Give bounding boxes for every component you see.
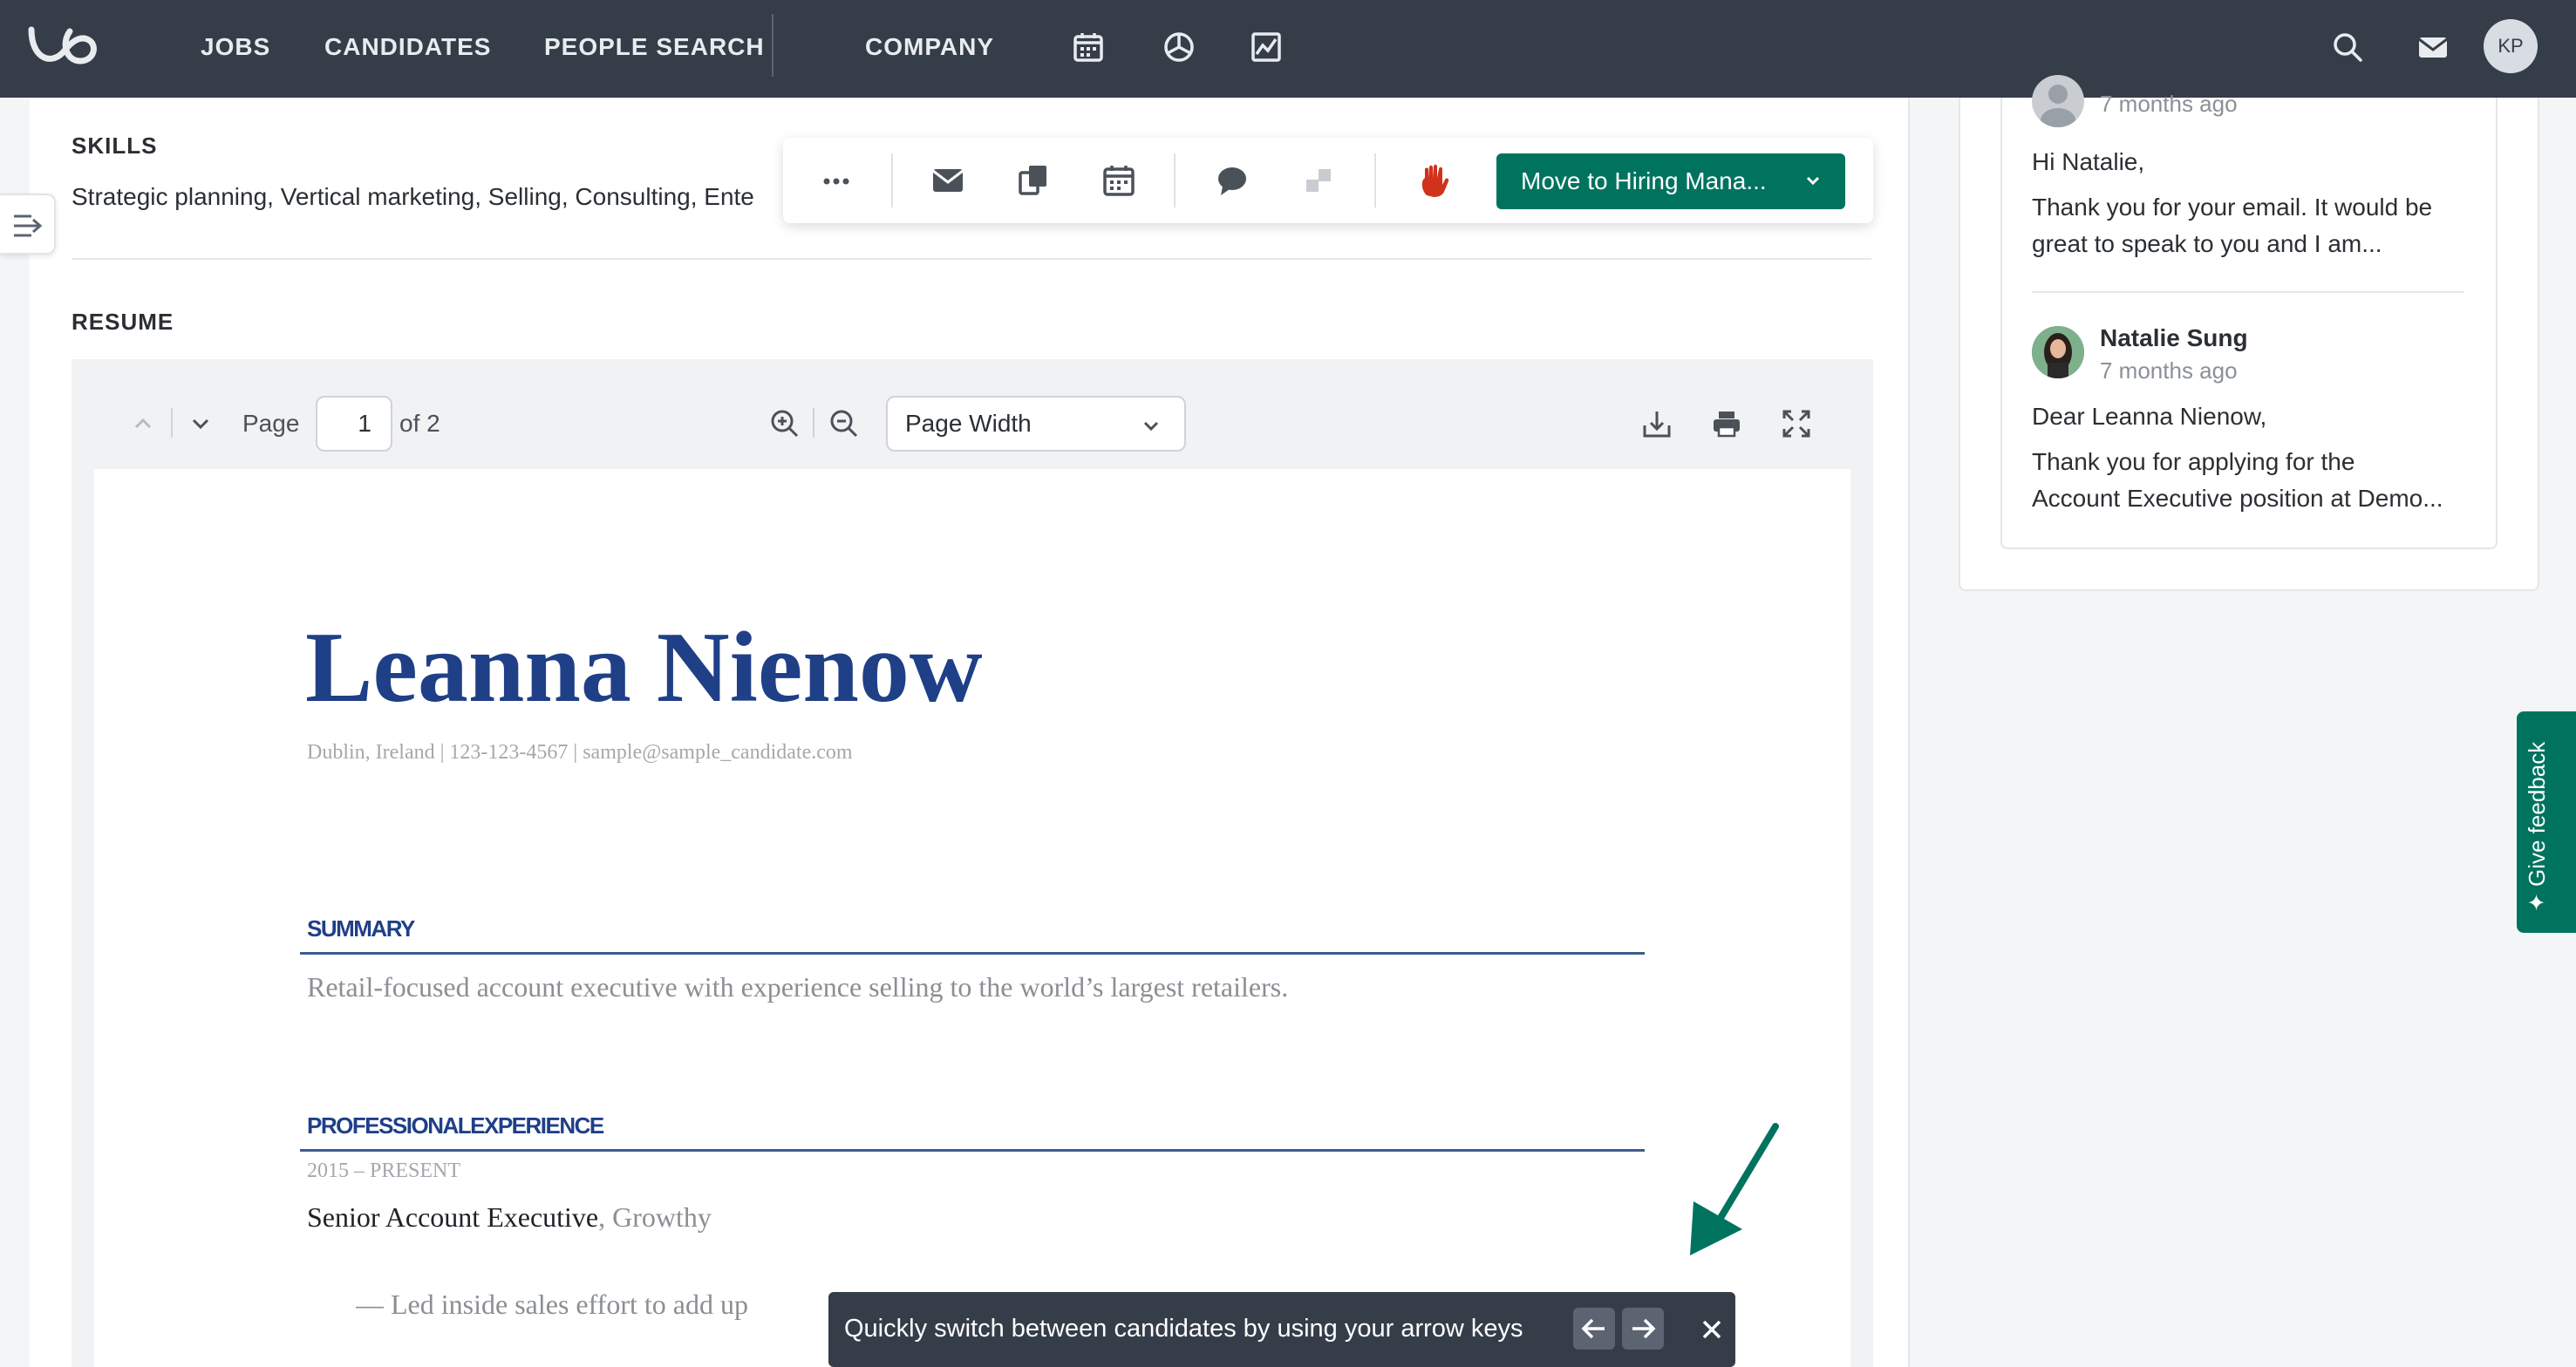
comment-icon[interactable] (1214, 162, 1251, 199)
zoom-out-icon[interactable] (828, 408, 860, 439)
zoom-level-select[interactable]: Page Width (886, 396, 1186, 452)
resume-job-line: Senior Account Executive, Growthy (307, 1201, 712, 1234)
resume-experience-dates: 2015 – PRESENT (307, 1160, 461, 1182)
nav-jobs[interactable]: JOBS (201, 33, 270, 61)
arrow-right-icon (1632, 1318, 1656, 1339)
mail-icon[interactable] (2416, 30, 2450, 65)
nav-people-search[interactable]: PEOPLE SEARCH (544, 33, 765, 61)
move-icon[interactable] (1301, 162, 1338, 199)
calendar-icon[interactable] (1071, 30, 1106, 65)
toolbar-divider (813, 408, 814, 438)
resume-candidate-name: Leanna Nienow (305, 612, 983, 724)
sidebar-toggle-button[interactable] (0, 194, 56, 255)
analytics-icon[interactable] (1249, 30, 1284, 65)
sender-avatar (2032, 75, 2084, 127)
nav-candidates[interactable]: CANDIDATES (324, 33, 491, 61)
message-divider (2032, 291, 2464, 293)
natalie-avatar (2032, 326, 2084, 378)
action-divider (891, 153, 893, 207)
resume-job-company: , Growthy (598, 1201, 712, 1233)
toast-message: Quickly switch between candidates by usi… (844, 1315, 1523, 1343)
message-greeting: Dear Leanna Nienow, (2032, 403, 2267, 430)
fullscreen-icon[interactable] (1781, 408, 1812, 439)
give-feedback-tab[interactable]: ✦ Give feedback (2517, 711, 2576, 933)
zoom-in-icon[interactable] (769, 408, 801, 439)
message-time: 7 months ago (2100, 91, 2238, 117)
nav-divider (772, 14, 773, 77)
expand-panel-icon (14, 214, 43, 237)
message-greeting: Hi Natalie, (2032, 148, 2145, 175)
zoom-level-value: Page Width (905, 410, 1032, 437)
more-icon[interactable] (818, 162, 855, 199)
message-line: Thank you for your email. It would be (2032, 194, 2433, 221)
resume-contact-line: Dublin, Ireland | 123-123-4567 | sample@… (307, 741, 853, 764)
download-icon[interactable] (1641, 408, 1673, 439)
resume-rule (300, 1149, 1645, 1152)
action-divider (1374, 153, 1376, 207)
close-icon[interactable] (1695, 1313, 1728, 1346)
chevron-down-icon (1806, 176, 1820, 186)
candidate-action-bar: Move to Hiring Mana... (783, 138, 1873, 223)
message-author[interactable]: Natalie Sung (2100, 324, 2248, 352)
left-arrow-key (1573, 1308, 1615, 1350)
nav-company[interactable]: COMPANY (865, 33, 994, 61)
chevron-down-icon (1143, 421, 1159, 432)
arrow-keys-toast: Quickly switch between candidates by usi… (828, 1292, 1735, 1367)
resume-experience-heading: PROFESSIONALEXPERIENCE (307, 1112, 604, 1139)
user-avatar[interactable]: KP (2484, 19, 2538, 73)
top-nav-bar: JOBS CANDIDATES PEOPLE SEARCH COMPANY KP (0, 0, 2576, 98)
default-avatar-icon (2041, 85, 2075, 127)
section-divider (72, 258, 1871, 260)
resume-job-title: Senior Account Executive (307, 1201, 599, 1233)
person-photo-icon (2032, 326, 2084, 378)
skills-label: SKILLS (72, 133, 158, 159)
action-divider (1174, 153, 1176, 207)
message-line: Account Executive position at Demo... (2032, 485, 2443, 512)
disqualify-hand-icon[interactable] (1416, 162, 1453, 199)
feedback-label: ✦ Give feedback (2524, 741, 2550, 912)
resume-summary-heading: SUMMARY (307, 915, 415, 942)
previous-page-icon[interactable] (131, 411, 155, 436)
workable-logo-icon[interactable] (26, 21, 108, 73)
print-icon[interactable] (1711, 408, 1742, 439)
resume-rule (300, 952, 1645, 955)
resume-summary-text: Retail-focused account executive with ex… (307, 971, 1289, 1003)
arrow-left-icon (1581, 1318, 1605, 1339)
resume-label: RESUME (72, 309, 174, 335)
hint-arrow-icon (1690, 1123, 1779, 1255)
page-label: Page (242, 410, 300, 437)
right-arrow-key (1622, 1308, 1664, 1350)
page-number-input[interactable]: 1 (316, 396, 392, 452)
page-total: of 2 (399, 410, 440, 437)
schedule-event-icon[interactable] (1101, 162, 1137, 199)
move-button-label: Move to Hiring Mana... (1521, 167, 1767, 194)
message-time: 7 months ago (2100, 357, 2238, 384)
move-to-stage-button[interactable]: Move to Hiring Mana... (1496, 153, 1845, 209)
resume-bullet: — Led inside sales effort to add up (356, 1289, 748, 1320)
next-page-icon[interactable] (188, 411, 213, 436)
message-line: great to speak to you and I am... (2032, 230, 2382, 257)
toolbar-divider (171, 408, 173, 438)
email-icon[interactable] (930, 162, 966, 199)
search-icon[interactable] (2330, 30, 2365, 65)
skills-list: Strategic planning, Vertical marketing, … (72, 183, 754, 210)
message-line: Thank you for applying for the (2032, 448, 2355, 475)
share-icon[interactable] (1015, 162, 1052, 199)
pie-chart-icon[interactable] (1162, 30, 1196, 65)
